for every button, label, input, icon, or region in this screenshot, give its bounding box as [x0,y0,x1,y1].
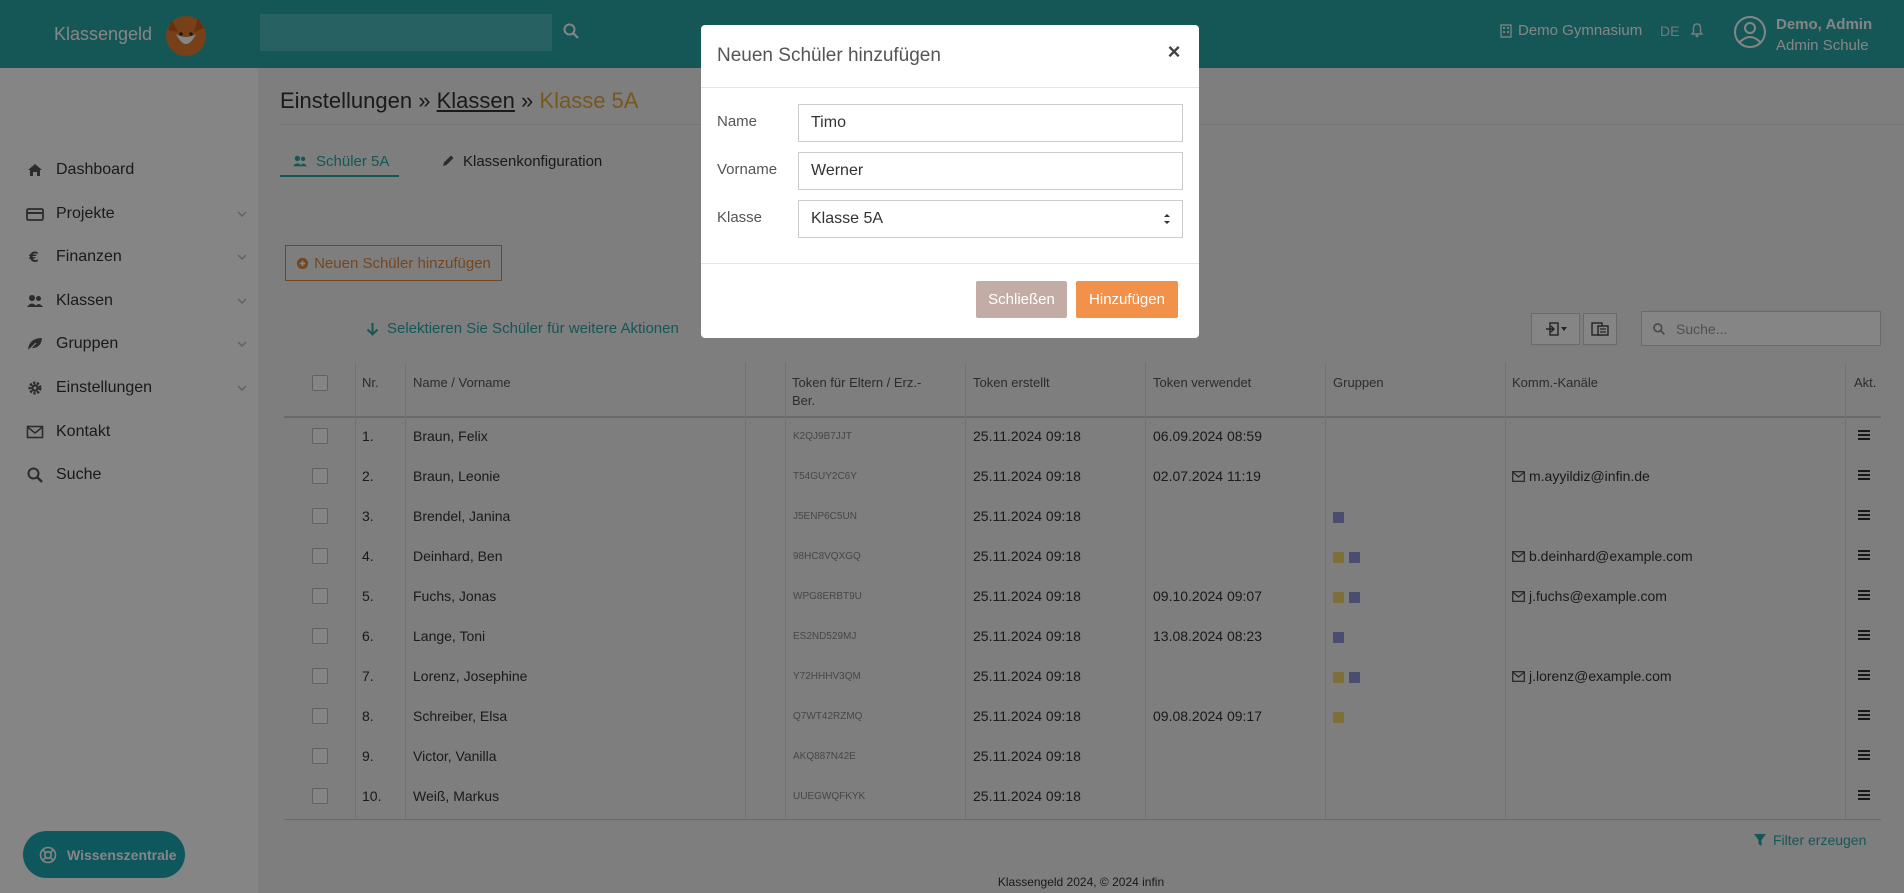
close-button[interactable]: Schließen [976,281,1067,318]
modal-footer-divider [701,263,1199,264]
select-arrows-icon [1164,214,1170,224]
name-label: Name [717,113,758,130]
firstname-field[interactable]: Werner [798,152,1183,190]
class-select-value: Klasse 5A [811,210,884,227]
class-label: Klasse [717,209,763,226]
add-student-modal: Neuen Schüler hinzufügen × Name Timo Vor… [701,25,1199,338]
add-button[interactable]: Hinzufügen [1076,281,1178,318]
name-field[interactable]: Timo [798,104,1183,142]
close-icon[interactable]: × [1163,41,1185,63]
class-select[interactable]: Klasse 5A [798,200,1183,238]
modal-title: Neuen Schüler hinzufügen [717,45,941,66]
modal-header-divider [701,87,1199,88]
firstname-label: Vorname [717,161,778,178]
